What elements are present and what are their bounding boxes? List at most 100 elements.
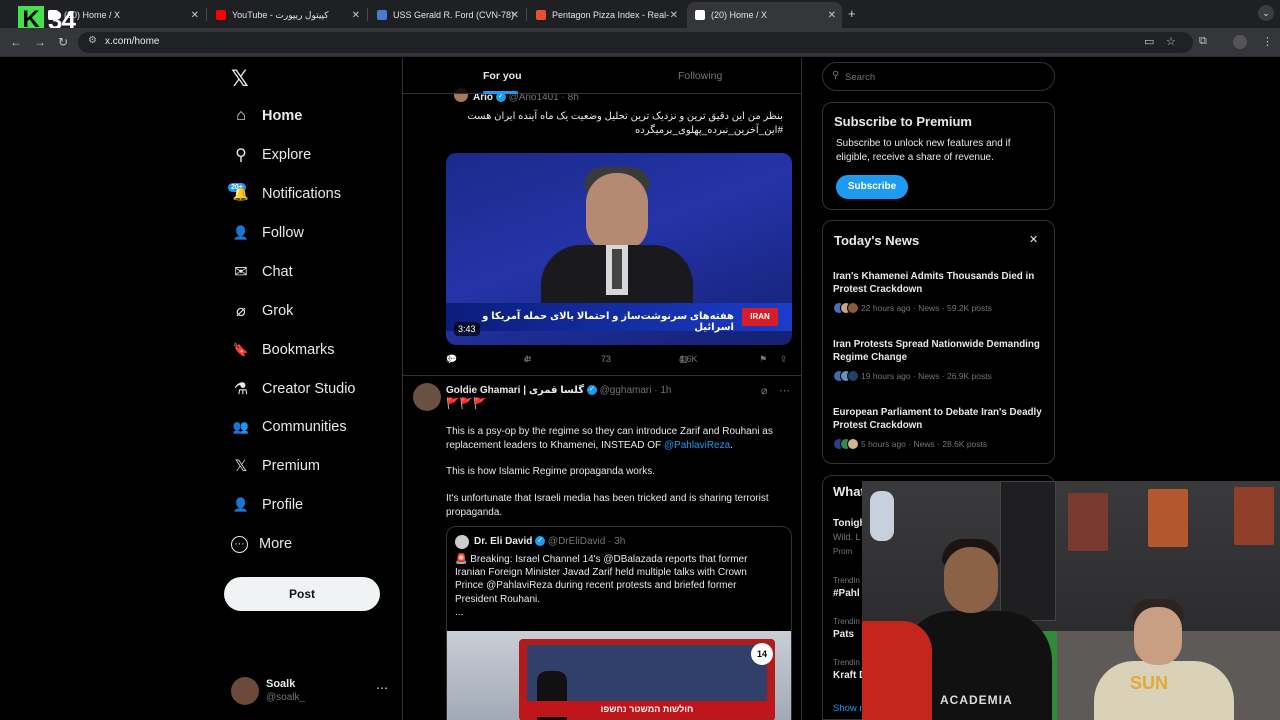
trend-title[interactable]: #Pahl bbox=[833, 588, 860, 599]
more-icon[interactable]: ⋯ bbox=[779, 384, 790, 397]
forward-arrow-icon[interactable]: → bbox=[34, 35, 46, 49]
account-name: Soalk bbox=[266, 678, 296, 690]
sidebar-item-profile[interactable]: 👤 Profile bbox=[231, 492, 303, 518]
browser-tab[interactable]: USS Gerald R. Ford (CVN-78) ✕ bbox=[369, 2, 525, 28]
tab-for-you[interactable]: For you bbox=[483, 70, 522, 82]
news-title: Today's News bbox=[834, 233, 920, 248]
x-premium-icon: 𝕏 bbox=[234, 458, 248, 475]
close-icon[interactable]: ✕ bbox=[828, 10, 836, 21]
mail-icon: ✉ bbox=[234, 264, 248, 281]
sidebar-item-bookmarks[interactable]: 🔖 Bookmarks bbox=[231, 337, 335, 363]
reply-count: 3 bbox=[446, 354, 452, 364]
browser-tab[interactable]: YouTube - کپیتول ریپورت ✕ bbox=[208, 2, 366, 28]
trend-title[interactable]: Tonigh bbox=[833, 518, 866, 529]
browser-tab-bar: (20) Home / X ✕ YouTube - کپیتول ریپورت … bbox=[0, 0, 1280, 28]
new-tab-button[interactable]: + bbox=[848, 6, 856, 21]
tweet-time: 3h bbox=[614, 536, 626, 547]
tab-following[interactable]: Following bbox=[678, 70, 722, 82]
add-person-icon: 👤 bbox=[232, 225, 250, 240]
mention-link[interactable]: @PahlaviReza bbox=[664, 440, 730, 451]
quote-image[interactable]: חולשות המשטר נחשפו 14 bbox=[447, 631, 791, 720]
sidebar-item-home[interactable]: ⌂ Home bbox=[231, 103, 302, 129]
sidebar-item-follow[interactable]: 👤 Follow bbox=[231, 220, 304, 246]
search-input[interactable]: ⚲ Search bbox=[822, 62, 1055, 91]
tweet-text: This is how Islamic Regime propaganda wo… bbox=[446, 466, 655, 477]
author-handle: @DrEliDavid bbox=[547, 536, 606, 547]
subscribe-button[interactable]: Subscribe bbox=[836, 175, 908, 199]
quote-header: Dr. Eli David ✓ @DrEliDavid · 3h bbox=[474, 536, 626, 547]
shelf-prop bbox=[1000, 481, 1056, 621]
tweet-actions: 💬 3 ⇄ 4 ♡ 73 ▥ 4.6K ⚑ ⇪ bbox=[446, 354, 792, 368]
close-icon[interactable]: ✕ bbox=[191, 10, 199, 21]
video-player[interactable]: هفته‌های سرنوشت‌ساز و احتمالا بالای حمله… bbox=[446, 153, 792, 345]
tweet-text: This is a psy-op by the regime so they c… bbox=[446, 426, 773, 451]
sidebar-item-premium[interactable]: 𝕏 Premium bbox=[231, 453, 320, 479]
close-icon[interactable]: ✕ bbox=[511, 10, 519, 21]
tab-title: YouTube - کپیتول ریپورت bbox=[232, 9, 329, 20]
close-icon[interactable]: ✕ bbox=[352, 10, 360, 21]
share-icon[interactable]: ⇪ bbox=[780, 354, 788, 365]
back-arrow-icon[interactable]: ← bbox=[10, 35, 22, 49]
bookmark-icon: 🔖 bbox=[232, 342, 250, 357]
premium-text: Subscribe to unlock new features and if … bbox=[836, 138, 1011, 163]
sidebar-item-explore[interactable]: ⚲ Explore bbox=[231, 142, 311, 168]
grok-icon[interactable]: ⌀ bbox=[761, 384, 768, 397]
repost-count: 4 bbox=[524, 354, 530, 364]
hashtag-link[interactable]: #این_آخرین_نبرده_پهلوی_برمیگرده bbox=[446, 124, 783, 138]
verified-icon: ✓ bbox=[535, 536, 546, 547]
communities-icon: 👥 bbox=[232, 419, 250, 434]
wikipedia-favicon-icon bbox=[377, 10, 387, 20]
sidebar-item-notifications[interactable]: 🔔 Notifications bbox=[231, 181, 341, 207]
sidebar-item-grok[interactable]: ⌀ Grok bbox=[231, 298, 293, 324]
profile-avatar-icon[interactable] bbox=[1233, 35, 1247, 49]
sidebar-item-communities[interactable]: 👥 Communities bbox=[231, 414, 347, 440]
site-info-icon[interactable]: ⚙ bbox=[88, 35, 97, 46]
cast-icon[interactable]: ▭ bbox=[1144, 35, 1154, 48]
sidebar-item-chat[interactable]: ✉ Chat bbox=[231, 259, 292, 285]
address-bar: ← → ↻ ⚙ x.com/home ▭ ☆ ⧉ ⋮ bbox=[0, 28, 1280, 57]
kebab-menu-icon[interactable]: ⋮ bbox=[1262, 35, 1273, 48]
x-logo-icon[interactable]: 𝕏 bbox=[231, 66, 249, 92]
tab-search-button[interactable]: ⌄ bbox=[1258, 5, 1274, 21]
image-banner: חולשות המשטר נחשפו bbox=[519, 701, 775, 717]
tweet-text-line: بنظر من این دقیق ترین و نزدیک ترین تحلیل… bbox=[467, 111, 783, 122]
tweet-flags: 🚩🚩🚩 bbox=[446, 398, 488, 410]
browser-tab[interactable]: Pentagon Pizza Index - Real- ✕ bbox=[528, 2, 684, 28]
news-item[interactable]: Iran's Khamenei Admits Thousands Died in… bbox=[833, 270, 1048, 314]
bookmark-star-icon[interactable]: ☆ bbox=[1166, 35, 1176, 48]
tweet-text: It's unfortunate that Israeli media has … bbox=[446, 493, 769, 518]
author-name[interactable]: Goldie Ghamari | گلسا قمری bbox=[446, 385, 584, 396]
post-button[interactable]: Post bbox=[224, 577, 380, 611]
sidebar-item-more[interactable]: ⋯ More bbox=[231, 531, 292, 557]
more-circle-icon: ⋯ bbox=[231, 535, 248, 553]
guest-person bbox=[1134, 607, 1182, 665]
more-icon[interactable]: ⋯ bbox=[376, 681, 388, 695]
channel-logo: IRAN bbox=[742, 308, 778, 326]
tweet-time[interactable]: 1h bbox=[660, 385, 671, 396]
tweet-header: Goldie Ghamari | گلسا قمری ✓ @gghamari ·… bbox=[446, 385, 672, 396]
url-text: x.com/home bbox=[105, 36, 160, 47]
url-input[interactable]: ⚙ x.com/home bbox=[78, 32, 1193, 53]
close-icon[interactable]: ✕ bbox=[1029, 233, 1038, 246]
avatar bbox=[231, 677, 259, 705]
guitar-prop bbox=[870, 491, 894, 541]
divider bbox=[403, 375, 801, 376]
news-item[interactable]: Iran Protests Spread Nationwide Demandin… bbox=[833, 338, 1048, 382]
x-favicon-icon bbox=[695, 10, 705, 20]
bookmark-icon[interactable]: ⚑ bbox=[759, 354, 767, 365]
tab-title: (20) Home / X bbox=[711, 10, 768, 20]
news-avatars bbox=[833, 438, 859, 450]
search-icon: ⚲ bbox=[832, 70, 840, 81]
sidebar-item-creator-studio[interactable]: ⚗ Creator Studio bbox=[231, 376, 356, 402]
avatar[interactable] bbox=[413, 383, 441, 411]
timeline: For you Following Ario ✓ @Ario1401 · 8h … bbox=[402, 58, 802, 720]
author-handle[interactable]: @gghamari bbox=[600, 385, 652, 396]
extensions-icon[interactable]: ⧉ bbox=[1199, 35, 1207, 48]
shirt-text: SUN bbox=[1130, 673, 1169, 693]
news-item[interactable]: European Parliament to Debate Iran's Dea… bbox=[833, 406, 1048, 450]
trend-title[interactable]: Pats bbox=[833, 629, 854, 640]
close-icon[interactable]: ✕ bbox=[670, 10, 678, 21]
browser-tab-active[interactable]: (20) Home / X ✕ bbox=[687, 2, 842, 28]
reload-icon[interactable]: ↻ bbox=[58, 35, 68, 49]
quoted-tweet[interactable]: Dr. Eli David ✓ @DrEliDavid · 3h 🚨 Break… bbox=[446, 526, 792, 720]
